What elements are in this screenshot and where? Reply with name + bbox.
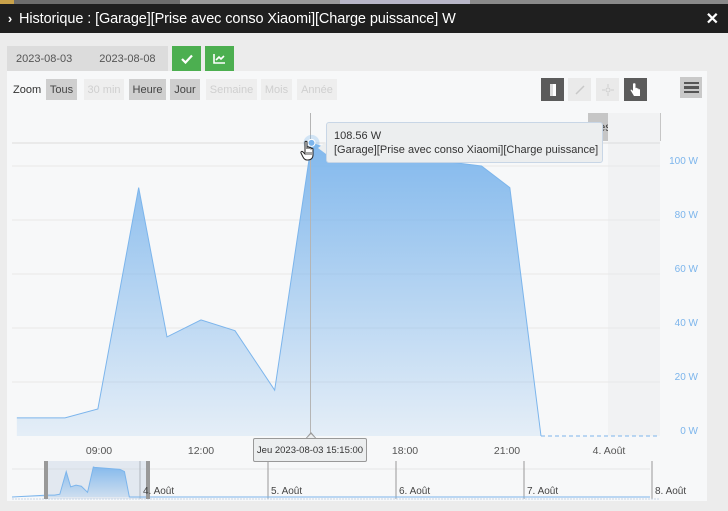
navigator-ticks [139,461,653,499]
navigator-label: 4. Août [143,486,174,497]
chart-svg: 0 W 20 W 40 W 60 W 80 W 100 W 09:00 12:00 18:00… [11,113,699,500]
hand-cursor-icon [300,140,314,161]
x-tick-label: 21:00 [494,445,520,457]
y-tick-label: 20 W [675,372,699,383]
tooltip-arrow [318,142,326,154]
navigator-label: 8. Août [655,486,686,497]
y-tick-label: 0 W [680,426,698,437]
y-tick-label: 100 W [669,156,698,167]
y-axis-labels: 0 W 20 W 40 W 60 W 80 W 100 W [669,156,698,437]
tooltip-series: [Garage][Prise avec conso Xiaomi][Charge… [334,144,599,156]
y-tick-label: 40 W [675,318,699,329]
x-tick-label: 12:00 [188,445,214,457]
tooltip-value: 108.56 W [334,130,382,142]
series-area [16,142,542,436]
x-axis-tooltip: Jeu 2023-08-03 15:15:00 [253,438,367,462]
x-tick-label: 09:00 [86,445,112,457]
navigator-label: 7. Août [527,486,558,497]
x-tick-label: 18:00 [392,445,418,457]
navigator-label: 5. Août [271,486,302,497]
x-tick-label: 4. Août [593,445,626,457]
y-tick-label: 80 W [675,210,699,221]
navigator-label: 6. Août [399,486,430,497]
point-tooltip: 108.56 W [Garage][Prise avec conso Xiaom… [326,122,603,163]
y-tick-label: 60 W [675,264,699,275]
navigator-labels: 4. Août 5. Août 6. Août 7. Août 8. Août [143,486,686,497]
navigator-handle-left[interactable] [44,461,48,499]
